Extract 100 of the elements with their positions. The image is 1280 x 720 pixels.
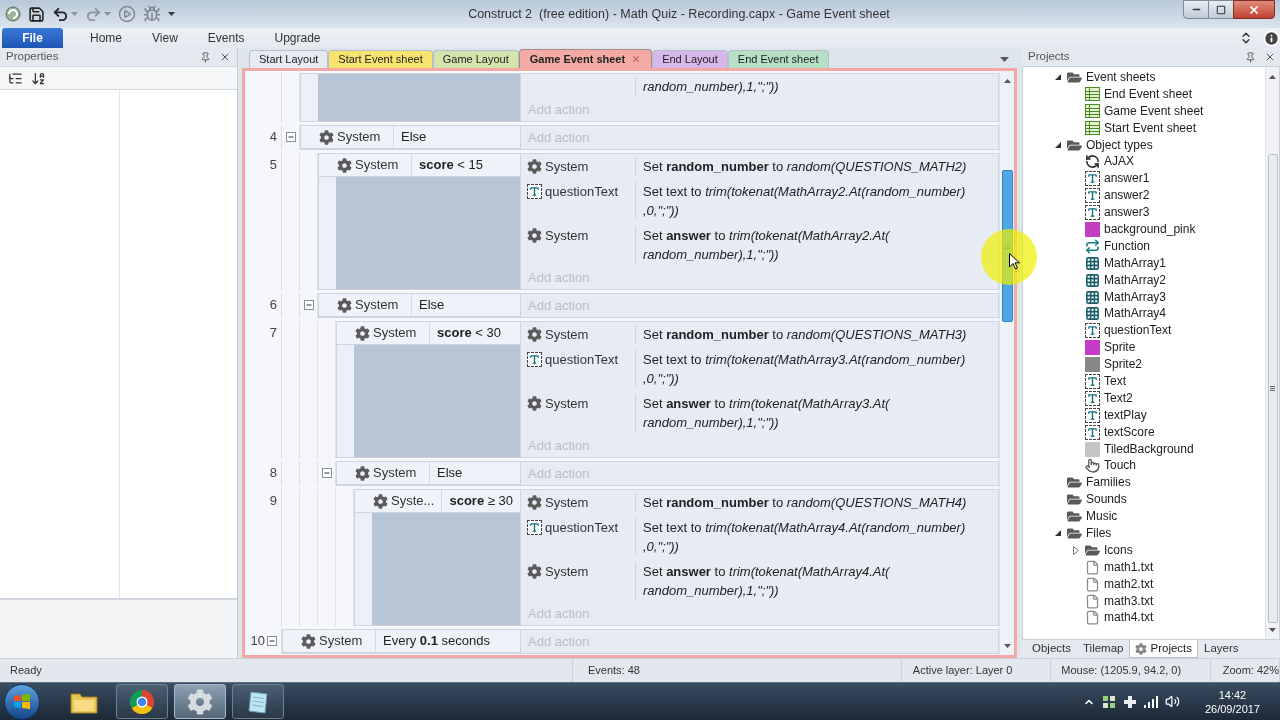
expanded-arrow-icon[interactable] xyxy=(1055,530,1061,537)
condition-row[interactable]: System Else xyxy=(337,462,520,485)
ribbon-tab[interactable]: Events xyxy=(204,28,248,48)
close-button[interactable] xyxy=(1233,0,1275,19)
minimize-button[interactable] xyxy=(1183,0,1209,19)
pin-icon[interactable] xyxy=(200,51,211,63)
close-icon[interactable] xyxy=(219,51,231,63)
tree-item[interactable]: MathArray3 xyxy=(1071,289,1167,305)
taskbar-button[interactable] xyxy=(232,684,284,719)
tree-item[interactable]: Sprite xyxy=(1071,340,1136,356)
clock-date[interactable]: 26/09/2017 xyxy=(1204,701,1260,716)
tree-item[interactable]: Event sheets xyxy=(1053,69,1156,85)
file-menu-button[interactable]: File xyxy=(2,28,63,48)
tree-item[interactable]: TiledBackground xyxy=(1071,441,1194,457)
tree-item[interactable]: math4.txt xyxy=(1071,610,1154,626)
dropdown-arrow-icon[interactable] xyxy=(1000,57,1009,62)
cross-icon[interactable] xyxy=(1122,694,1137,709)
tree-item[interactable]: Sounds xyxy=(1053,492,1127,508)
tree-item[interactable]: MathArray1 xyxy=(1071,255,1167,271)
tree-item[interactable]: Icons xyxy=(1071,542,1133,558)
tray-app-icon[interactable] xyxy=(1101,694,1116,709)
ribbon-tab[interactable]: Home xyxy=(87,28,125,48)
minus-box-icon[interactable] xyxy=(303,300,314,310)
app-logo-icon[interactable] xyxy=(5,6,21,22)
taskbar-button[interactable] xyxy=(116,684,168,719)
tree-item[interactable]: questionText xyxy=(1071,323,1172,339)
maximize-button[interactable] xyxy=(1209,0,1233,19)
panel-title: Projects xyxy=(1028,49,1071,65)
minus-box-icon[interactable] xyxy=(267,636,277,646)
tree-item[interactable]: MathArray4 xyxy=(1071,306,1167,322)
tree-item[interactable]: Function xyxy=(1071,238,1151,254)
info-icon[interactable] xyxy=(1263,29,1280,47)
document-tab[interactable]: Start Event sheet xyxy=(328,50,433,68)
scroll-down-icon[interactable] xyxy=(1003,643,1011,648)
scrollbar[interactable] xyxy=(1265,67,1279,639)
minus-box-icon[interactable] xyxy=(285,132,296,142)
condition-row[interactable]: Syste... score ≥ 30 xyxy=(355,490,520,513)
tree-item[interactable]: End Event sheet xyxy=(1071,86,1193,102)
ribbon-tab[interactable]: View xyxy=(149,28,181,48)
save-icon[interactable] xyxy=(28,5,45,23)
condition-row[interactable]: System Else xyxy=(319,294,520,317)
tree-item[interactable]: Text2 xyxy=(1071,390,1133,406)
caret-icon[interactable] xyxy=(168,12,175,16)
tree-item[interactable]: Text xyxy=(1071,373,1126,389)
panel-tab[interactable]: Objects xyxy=(1026,640,1077,658)
action-text: Set text to trim(tokenat(MathArray4.At(random_number) ,0,";")) xyxy=(643,519,966,556)
tree-item[interactable]: Sprite2 xyxy=(1071,357,1143,373)
tree-item[interactable]: AJAX xyxy=(1071,154,1134,170)
tree-item[interactable]: math1.txt xyxy=(1071,559,1154,575)
panel-tab[interactable]: Tilemap xyxy=(1077,640,1130,658)
tree-item[interactable]: answer2 xyxy=(1071,188,1150,204)
tree-item[interactable]: Families xyxy=(1053,475,1131,491)
tree-item[interactable]: Files xyxy=(1053,526,1112,541)
ribbon-tab[interactable]: Upgrade xyxy=(271,28,324,48)
tree-item[interactable]: math2.txt xyxy=(1071,576,1154,592)
tree-item[interactable]: Object types xyxy=(1053,137,1153,153)
condition-row[interactable]: System Else xyxy=(301,126,520,149)
scroll-thumb[interactable] xyxy=(1267,153,1278,624)
bug-icon[interactable] xyxy=(143,5,161,23)
scrollbar[interactable] xyxy=(999,71,1014,655)
collapsed-arrow-icon[interactable] xyxy=(1073,545,1079,555)
tree-item[interactable]: math3.txt xyxy=(1071,593,1154,609)
play-icon[interactable] xyxy=(118,5,136,23)
condition-row[interactable]: System score < 15 xyxy=(319,154,520,177)
tree-item[interactable]: background_pink xyxy=(1071,221,1196,237)
tree-item[interactable]: answer1 xyxy=(1071,171,1150,187)
start-button[interactable] xyxy=(4,683,40,720)
document-tab[interactable]: Game Event sheet xyxy=(518,49,653,68)
tree-item[interactable]: answer3 xyxy=(1071,205,1150,221)
scroll-down-icon[interactable] xyxy=(1269,628,1276,632)
document-tab[interactable]: Game Layout xyxy=(432,50,519,68)
undo-icon[interactable] xyxy=(52,5,69,23)
document-tab[interactable]: End Event sheet xyxy=(727,50,829,68)
signal-bars-icon[interactable] xyxy=(1143,695,1158,708)
tree-item[interactable]: textScore xyxy=(1071,424,1155,440)
scroll-up-icon[interactable] xyxy=(1269,75,1276,79)
panel-tab[interactable]: Layers xyxy=(1198,640,1245,658)
scroll-up-icon[interactable] xyxy=(1003,78,1011,83)
speaker-icon[interactable] xyxy=(1164,694,1180,709)
close-icon[interactable] xyxy=(1264,51,1276,63)
minus-box-icon[interactable] xyxy=(321,468,332,478)
list-icon[interactable] xyxy=(8,70,23,86)
up-down-arrows-icon[interactable] xyxy=(1239,31,1253,45)
document-tab[interactable]: Start Layout xyxy=(249,50,329,68)
sort-alphabetical-icon[interactable] xyxy=(31,70,46,86)
tree-item[interactable]: Music xyxy=(1053,509,1118,525)
condition-row[interactable]: System Every 0.1 seconds xyxy=(283,630,520,653)
expanded-arrow-icon[interactable] xyxy=(1055,74,1061,81)
tree-item[interactable]: Touch xyxy=(1071,458,1137,474)
document-tab[interactable]: End Layout xyxy=(652,50,728,68)
panel-tab[interactable]: Projects xyxy=(1129,640,1199,658)
condition-row[interactable]: System score < 30 xyxy=(337,322,520,345)
tree-item[interactable]: Start Event sheet xyxy=(1071,120,1197,136)
tree-item[interactable]: textPlay xyxy=(1071,407,1147,423)
clock-time[interactable]: 14:42 xyxy=(1218,687,1247,702)
expanded-arrow-icon[interactable] xyxy=(1055,142,1061,148)
tree-item[interactable]: Game Event sheet xyxy=(1071,103,1204,119)
tree-item[interactable]: MathArray2 xyxy=(1071,272,1167,288)
condition-text: Every 0.1 seconds xyxy=(382,632,491,651)
pin-icon[interactable] xyxy=(1245,51,1256,63)
